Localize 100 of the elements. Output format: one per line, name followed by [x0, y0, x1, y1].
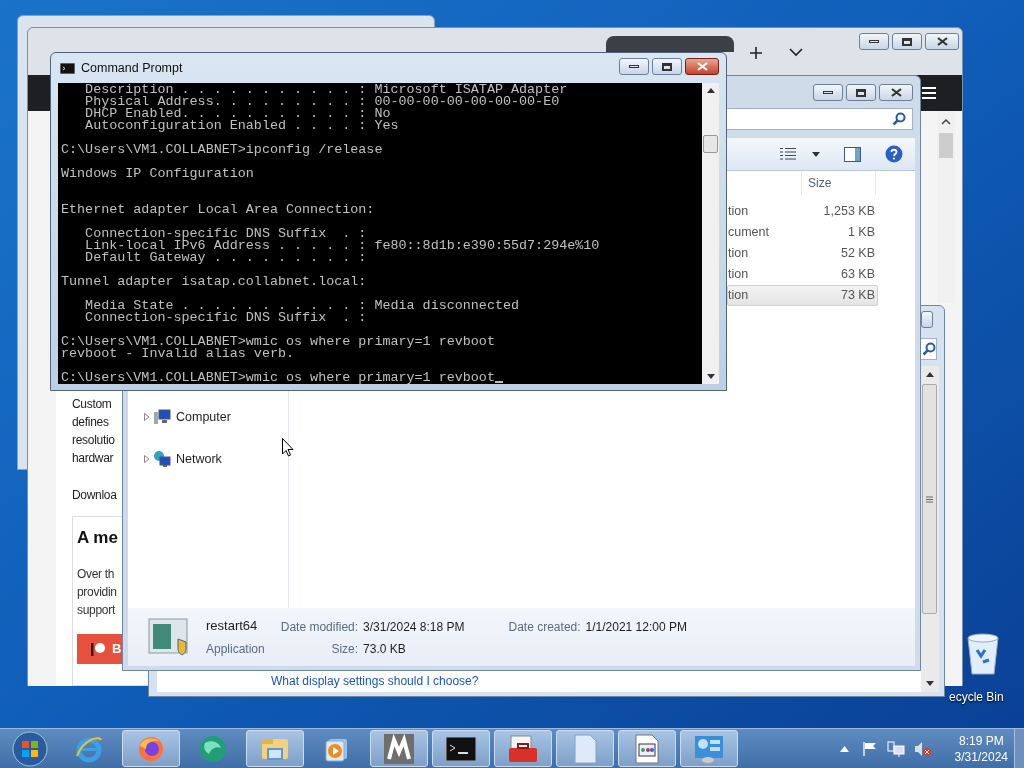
article-text: Downloa	[72, 487, 117, 504]
nav-item[interactable]: Computer	[144, 407, 288, 427]
console-line: Default Gateway . . . . . . . . . :	[84, 252, 368, 264]
minimize-button[interactable]	[859, 33, 889, 50]
scroll-thumb[interactable]	[703, 135, 718, 153]
control-panel-icon[interactable]	[693, 733, 725, 764]
close-button[interactable]	[879, 84, 913, 101]
scroll-up-icon[interactable]	[926, 372, 934, 377]
file-type: tion	[728, 203, 750, 221]
article-text: resolutio	[72, 432, 115, 449]
network-icon	[153, 450, 171, 468]
help-link[interactable]: What display settings should I choose?	[271, 672, 479, 690]
console-line: Windows IP Configuration	[61, 168, 255, 180]
console-line[interactable]: C:\Users\VM1.COLLABNET>wmic os where primary=1 revboot	[61, 372, 495, 384]
show-hidden-icons[interactable]	[839, 745, 849, 752]
recycle-bin-label: ecycle Bin	[949, 689, 1004, 706]
column-header[interactable]: Size	[802, 171, 876, 195]
nav-item[interactable]: Network	[144, 449, 288, 469]
close-icon	[936, 37, 948, 46]
detail-value: 3/31/2024 8:18 PM	[363, 618, 465, 636]
volume-muted-icon[interactable]	[913, 740, 932, 757]
console-icon	[60, 62, 75, 74]
scrollbar[interactable]	[937, 111, 955, 303]
console-line: DHCP Enabled. . . . . . . . . . . : No	[84, 108, 391, 120]
view-list-icon[interactable]	[780, 147, 796, 161]
article-text: Custom	[72, 396, 112, 413]
toolbox-icon[interactable]	[507, 733, 539, 764]
console-line: Physical Address. . . . . . . . . : 00-00-00-00-00-00-00-E0	[84, 96, 560, 108]
maximize-button[interactable]	[846, 84, 876, 101]
scroll-up-icon[interactable]	[941, 119, 951, 125]
detail-label: Date created:	[508, 619, 581, 636]
scroll-thumb[interactable]	[939, 133, 953, 158]
file-row[interactable]: cument 1 KB	[727, 222, 878, 243]
maximize-button[interactable]	[892, 33, 922, 50]
console-icon[interactable]	[446, 736, 476, 761]
mouse-pointer-icon	[282, 438, 294, 457]
console-line: C:\Users\VM1.COLLABNET>ipconfig /release	[61, 144, 384, 156]
file-row[interactable]: tion 52 KB	[727, 243, 878, 264]
expand-icon[interactable]	[144, 455, 150, 463]
minimize-button[interactable]	[619, 58, 649, 75]
scrollbar[interactable]	[702, 83, 719, 384]
article-text: hardwar	[72, 450, 114, 467]
preview-pane-icon[interactable]	[844, 146, 861, 162]
start-button[interactable]	[12, 730, 48, 767]
flag-icon[interactable]	[861, 740, 878, 757]
article-text: defines	[72, 414, 109, 431]
file-type: tion	[728, 287, 750, 305]
maximize-button[interactable]	[652, 58, 682, 75]
help-icon[interactable]	[885, 145, 903, 163]
scrollbar[interactable]	[921, 366, 939, 692]
file-size: 73 KB	[839, 287, 876, 305]
scroll-thumb[interactable]	[922, 384, 937, 614]
file-type: tion	[728, 245, 750, 263]
dropdown-arrow-icon[interactable]	[812, 151, 820, 157]
card-text: providin	[77, 583, 117, 601]
close-button[interactable]	[685, 58, 719, 75]
computer-icon	[153, 409, 171, 425]
console-line: Connection-specific DNS Suffix . :	[84, 312, 368, 324]
recycle-bin-icon[interactable]	[965, 632, 1001, 676]
file-row[interactable]: tion 1,253 KB	[727, 201, 878, 222]
card-heading: A me	[77, 527, 119, 549]
file-row[interactable]: tion 63 KB	[727, 264, 878, 285]
console-line: Media State . . . . . . . . . . . : Media disconnected	[84, 300, 521, 312]
console-line: Link-local IPv6 Address . . . . . : fe80::8d1b:e390:55d7:294e%10	[84, 240, 601, 252]
card-text: support	[77, 601, 115, 619]
console-line: Tunnel adapter isatap.collabnet.local:	[61, 276, 368, 288]
file-type: cument	[728, 224, 770, 242]
network-icon[interactable]	[886, 740, 905, 757]
console-line: Connection-specific DNS Suffix . :	[84, 228, 368, 240]
file-row[interactable]: tion 73 KB	[727, 285, 878, 306]
console-line: C:\Users\VM1.COLLABNET>wmic os where primary=1 revboot	[61, 336, 496, 348]
chevron-down-icon[interactable]	[789, 48, 803, 57]
close-icon	[890, 88, 902, 97]
action-button[interactable]: B	[77, 633, 122, 664]
scroll-down-icon[interactable]	[706, 374, 715, 379]
close-button[interactable]	[925, 33, 959, 50]
new-tab-icon[interactable]	[749, 46, 763, 60]
window-title: Command Prompt	[81, 59, 183, 77]
file-size: 52 KB	[839, 245, 876, 263]
scroll-up-icon[interactable]	[706, 88, 715, 93]
minimize-button[interactable]	[813, 84, 843, 101]
search-icon[interactable]	[892, 112, 906, 126]
file-size: 1,253 KB	[822, 203, 876, 221]
file-kind: Application	[206, 640, 265, 658]
m-logo-icon[interactable]	[384, 733, 414, 764]
document-icon[interactable]	[634, 733, 660, 764]
scroll-down-icon[interactable]	[926, 681, 934, 686]
console-line: Description . . . . . . . . . . . : Microsoft ISATAP Adapter	[84, 84, 569, 96]
menu-icon[interactable]	[922, 87, 936, 99]
detail-label: Date modified:	[280, 618, 359, 636]
taskbar-button[interactable]	[494, 730, 552, 767]
globe-icon[interactable]	[197, 733, 229, 764]
search-icon[interactable]	[921, 342, 936, 356]
card-text: Over th	[77, 565, 115, 583]
detail-value: 73.0 KB	[363, 640, 407, 658]
text-cursor	[494, 381, 503, 383]
expand-icon[interactable]	[144, 413, 150, 421]
clock[interactable]: 8:19 PM 3/31/2024	[954, 732, 1008, 765]
file-type: tion	[728, 266, 750, 284]
taskbar-button[interactable]	[432, 730, 490, 767]
